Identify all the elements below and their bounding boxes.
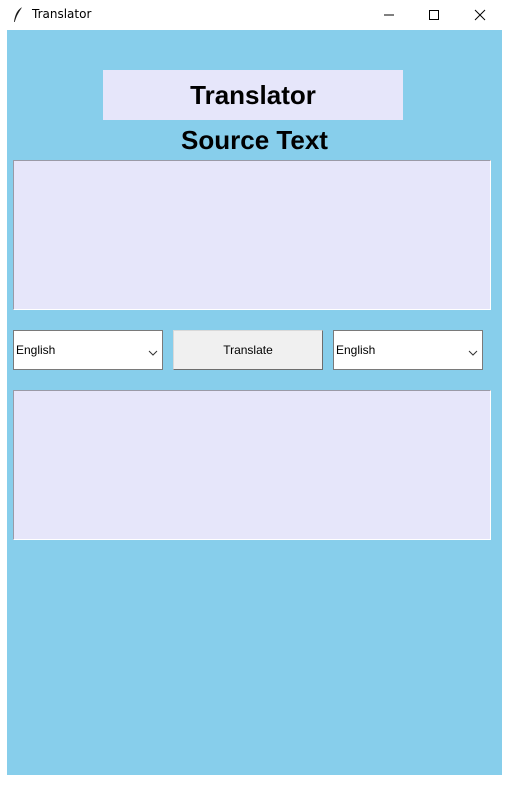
- target-language-select[interactable]: English: [333, 330, 483, 370]
- translator-window: Translator Translator Source Text Englis…: [0, 0, 514, 788]
- feather-icon: [12, 6, 24, 24]
- chevron-down-icon[interactable]: [468, 346, 478, 356]
- close-icon: [474, 6, 486, 25]
- chevron-down-icon[interactable]: [148, 346, 158, 356]
- title-bar[interactable]: Translator: [0, 0, 514, 30]
- app-body: Translator Source Text English Translate…: [7, 30, 502, 775]
- minimize-button[interactable]: [366, 0, 412, 30]
- source-text-label: Source Text: [181, 125, 328, 155]
- minimize-icon: [383, 6, 395, 25]
- maximize-icon: [428, 6, 440, 25]
- source-language-value: English: [16, 343, 56, 357]
- source-language-select[interactable]: English: [13, 330, 163, 370]
- source-text-area[interactable]: [13, 160, 491, 310]
- window-title: Translator: [32, 7, 92, 21]
- translated-text-area[interactable]: [13, 390, 491, 540]
- target-language-value: English: [336, 343, 376, 357]
- maximize-button[interactable]: [411, 0, 457, 30]
- app-heading: Translator: [103, 70, 403, 120]
- translate-button[interactable]: Translate: [173, 330, 323, 370]
- close-button[interactable]: [457, 0, 503, 30]
